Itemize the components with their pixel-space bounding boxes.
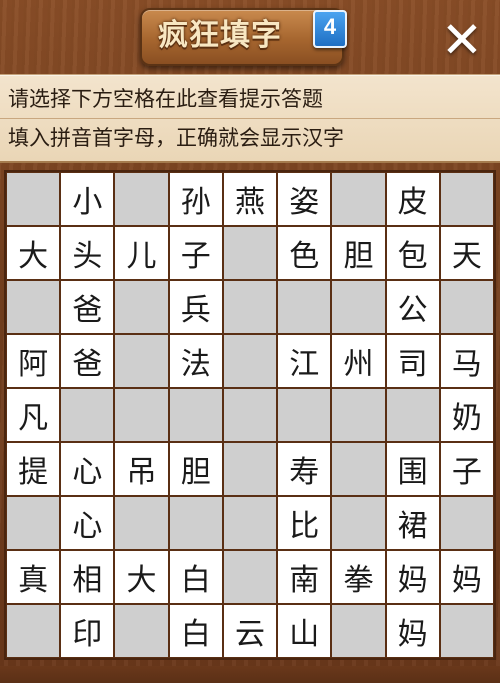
grid-cell[interactable]: 提 [7, 443, 60, 495]
bottom-strip [0, 666, 500, 683]
grid-cell-blocked [440, 497, 493, 549]
grid-cell-blocked [115, 281, 168, 333]
grid-cell[interactable]: 云 [223, 605, 277, 657]
grid-cell-blocked [223, 389, 277, 441]
grid-cell-blocked [332, 605, 385, 657]
hint-panel: 请选择下方空格在此查看提示答题 填入拼音首字母，正确就会显示汉字 [0, 74, 500, 163]
grid-cell[interactable]: 围 [386, 443, 439, 495]
grid-cell[interactable]: 孙 [169, 173, 222, 225]
grid-cell[interactable]: 吊 [115, 443, 168, 495]
grid-cell[interactable]: 子 [169, 227, 222, 279]
grid-cell[interactable]: 凡 [7, 389, 60, 441]
crossword-board: 小孙燕姿皮大头儿子色胆包天爸兵公阿爸法江州司马凡奶提心吊胆寿围子心比裙真相大白南… [4, 170, 496, 660]
grid-cell-blocked [332, 173, 385, 225]
grid-cell[interactable]: 阿 [7, 335, 60, 387]
grid-cell-blocked [7, 281, 60, 333]
grid-cell[interactable]: 大 [7, 227, 60, 279]
grid-cell[interactable]: 妈 [440, 551, 493, 603]
grid-cell-blocked [61, 389, 114, 441]
grid-cell-blocked [169, 497, 222, 549]
grid-cell[interactable]: 公 [386, 281, 439, 333]
grid-cell[interactable]: 色 [278, 227, 331, 279]
grid-cell[interactable]: 兵 [169, 281, 222, 333]
grid-cell[interactable]: 爸 [61, 335, 114, 387]
grid-cell-blocked [332, 497, 385, 549]
close-button[interactable]: ✕ [436, 14, 488, 66]
grid-cell[interactable]: 天 [440, 227, 493, 279]
game-title: 疯狂填字 [158, 18, 282, 53]
grid-cell-blocked [223, 551, 277, 603]
grid-cell[interactable]: 爸 [61, 281, 114, 333]
grid-cell-blocked [440, 173, 493, 225]
grid-cell-blocked [7, 173, 60, 225]
grid-cell-blocked [115, 173, 168, 225]
grid-cell-blocked [223, 335, 277, 387]
grid-cell-blocked [115, 335, 168, 387]
grid-cell[interactable]: 南 [278, 551, 331, 603]
grid-cell-blocked [223, 497, 277, 549]
grid-cell[interactable]: 子 [440, 443, 493, 495]
grid-cell[interactable]: 燕 [223, 173, 277, 225]
level-badge: 4 [313, 10, 347, 48]
header-bar: 疯狂填字 4 ✕ [0, 0, 500, 74]
grid-cell-blocked [223, 443, 277, 495]
grid-cell-blocked [223, 227, 277, 279]
grid-cell[interactable]: 司 [386, 335, 439, 387]
grid-cell-blocked [332, 389, 385, 441]
grid-cell[interactable]: 寿 [278, 443, 331, 495]
grid-cell-blocked [440, 281, 493, 333]
grid-cell[interactable]: 裙 [386, 497, 439, 549]
grid-cell[interactable]: 山 [278, 605, 331, 657]
grid-cell[interactable]: 白 [169, 605, 222, 657]
grid-cell[interactable]: 江 [278, 335, 331, 387]
grid-cell-blocked [386, 389, 439, 441]
grid-cell-blocked [115, 605, 168, 657]
grid-cell[interactable]: 奶 [440, 389, 493, 441]
grid-cell[interactable]: 妈 [386, 551, 439, 603]
grid-cell-blocked [115, 497, 168, 549]
grid-cell-blocked [332, 281, 385, 333]
grid-cell[interactable]: 小 [61, 173, 114, 225]
grid-cell[interactable]: 姿 [278, 173, 331, 225]
grid-cell[interactable]: 马 [440, 335, 493, 387]
grid-cell[interactable]: 胆 [332, 227, 385, 279]
grid-cell[interactable]: 白 [169, 551, 222, 603]
hint-line-2: 填入拼音首字母，正确就会显示汉字 [8, 126, 344, 150]
grid-cell[interactable]: 大 [115, 551, 168, 603]
hint-line-1: 请选择下方空格在此查看提示答题 [8, 87, 323, 111]
grid-cell-blocked [223, 281, 277, 333]
grid-cell[interactable]: 包 [386, 227, 439, 279]
grid-cell[interactable]: 法 [169, 335, 222, 387]
grid-cell[interactable]: 心 [61, 497, 114, 549]
grid-cell-blocked [278, 281, 331, 333]
grid-cell[interactable]: 真 [7, 551, 60, 603]
grid-cell[interactable]: 相 [61, 551, 114, 603]
grid-cell[interactable]: 头 [61, 227, 114, 279]
grid-cell[interactable]: 比 [278, 497, 331, 549]
hint-divider [0, 118, 500, 119]
grid-cell-blocked [440, 605, 493, 657]
grid-cell[interactable]: 印 [61, 605, 114, 657]
grid-cell[interactable]: 州 [332, 335, 385, 387]
grid-cell[interactable]: 儿 [115, 227, 168, 279]
grid-cell-blocked [169, 389, 222, 441]
grid-cell-blocked [332, 443, 385, 495]
grid-cell-blocked [115, 389, 168, 441]
grid-cell[interactable]: 拳 [332, 551, 385, 603]
grid-cell[interactable]: 心 [61, 443, 114, 495]
grid-cell[interactable]: 妈 [386, 605, 439, 657]
grid-cell-blocked [7, 497, 60, 549]
grid-cell-blocked [7, 605, 60, 657]
grid-cell-blocked [278, 389, 331, 441]
grid-cell[interactable]: 皮 [386, 173, 439, 225]
grid-cell[interactable]: 胆 [169, 443, 222, 495]
